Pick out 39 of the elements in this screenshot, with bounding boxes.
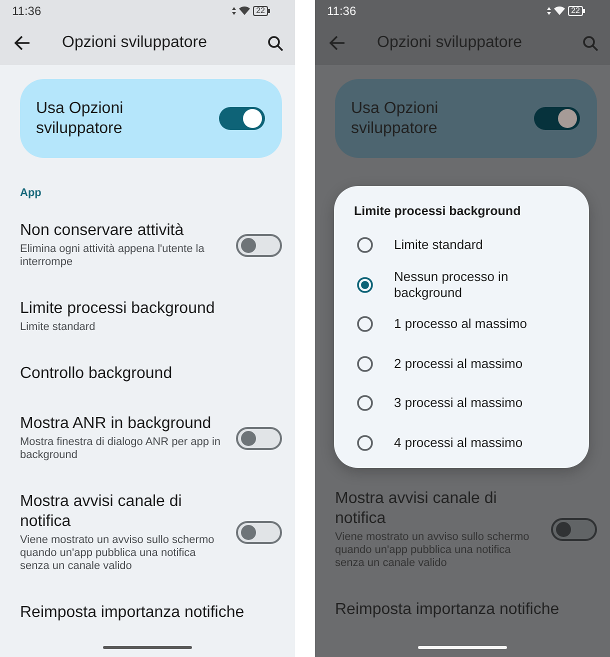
radio-option[interactable]: 3 processi al massimo bbox=[334, 384, 589, 423]
toggle-switch[interactable] bbox=[534, 107, 580, 130]
setting-title[interactable]: Controllo background bbox=[20, 364, 172, 384]
toggle-switch[interactable] bbox=[236, 426, 282, 450]
setting-title[interactable]: Mostra ANR in background bbox=[20, 414, 212, 434]
toggle-switch[interactable] bbox=[236, 521, 282, 544]
back-arrow-icon[interactable] bbox=[14, 35, 30, 51]
search-icon[interactable] bbox=[268, 36, 283, 50]
setting-summary: Elimina ogni attività appena l'utente la interrompe bbox=[20, 243, 206, 269]
setting-title[interactable]: Non conservare attività bbox=[20, 221, 184, 241]
setting-summary: Mostra finestra di dialogo ANR per app in background bbox=[20, 436, 222, 462]
toggle-switch[interactable] bbox=[236, 234, 282, 256]
battery-indicator: 22 bbox=[568, 6, 583, 16]
radio-option[interactable]: 2 processi al massimo bbox=[334, 344, 589, 384]
wifi-icon bbox=[239, 6, 250, 15]
setting-summary: Viene mostrato un avviso sullo schermo quando un'app pubblica una notifica senza un canale valido bbox=[335, 531, 530, 570]
radio-option[interactable]: 4 processi al massimo bbox=[334, 423, 589, 462]
radio-option[interactable]: Limite standard bbox=[334, 225, 589, 264]
setting-title[interactable]: Mostra avvisi canale di notifica bbox=[20, 492, 226, 532]
status-time: 11:36 bbox=[327, 4, 356, 18]
dialog-title: Limite processi background bbox=[354, 203, 521, 219]
data-arrows-icon bbox=[232, 6, 236, 14]
app-bar-title: Opzioni sviluppatore bbox=[377, 33, 522, 53]
toggle-switch[interactable] bbox=[219, 107, 265, 130]
data-arrows-icon bbox=[547, 6, 552, 14]
battery-indicator: 22 bbox=[253, 6, 268, 16]
toggle-switch[interactable] bbox=[551, 518, 597, 541]
radio-option[interactable]: 1 processo al massimo bbox=[334, 304, 589, 344]
status-time: 11:36 bbox=[12, 4, 42, 18]
section-header: App bbox=[20, 186, 42, 200]
setting-title[interactable]: Reimposta importanza notifiche bbox=[20, 603, 244, 623]
setting-summary: Limite standard bbox=[20, 321, 96, 334]
wifi-icon bbox=[554, 6, 566, 15]
main-switch-label: Usa Opzioni sviluppatore bbox=[351, 98, 440, 138]
setting-summary: Viene mostrato un avviso sullo schermo quando un'app pubblica una notifica senza un canale valido bbox=[20, 534, 216, 573]
app-bar-title: Opzioni sviluppatore bbox=[62, 33, 207, 53]
radio-option[interactable]: Nessun processo in background bbox=[334, 264, 589, 304]
setting-title[interactable]: Limite processi background bbox=[20, 299, 215, 319]
main-switch-label: Usa Opzioni sviluppatore bbox=[36, 98, 124, 138]
